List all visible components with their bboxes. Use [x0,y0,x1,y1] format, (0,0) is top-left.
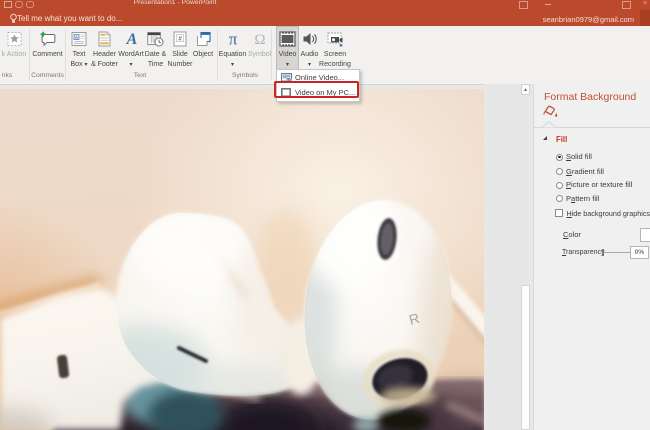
svg-text:π: π [228,31,237,47]
svg-text:A: A [125,31,137,47]
svg-text:#: # [178,35,182,42]
svg-text:Ω: Ω [254,32,265,47]
